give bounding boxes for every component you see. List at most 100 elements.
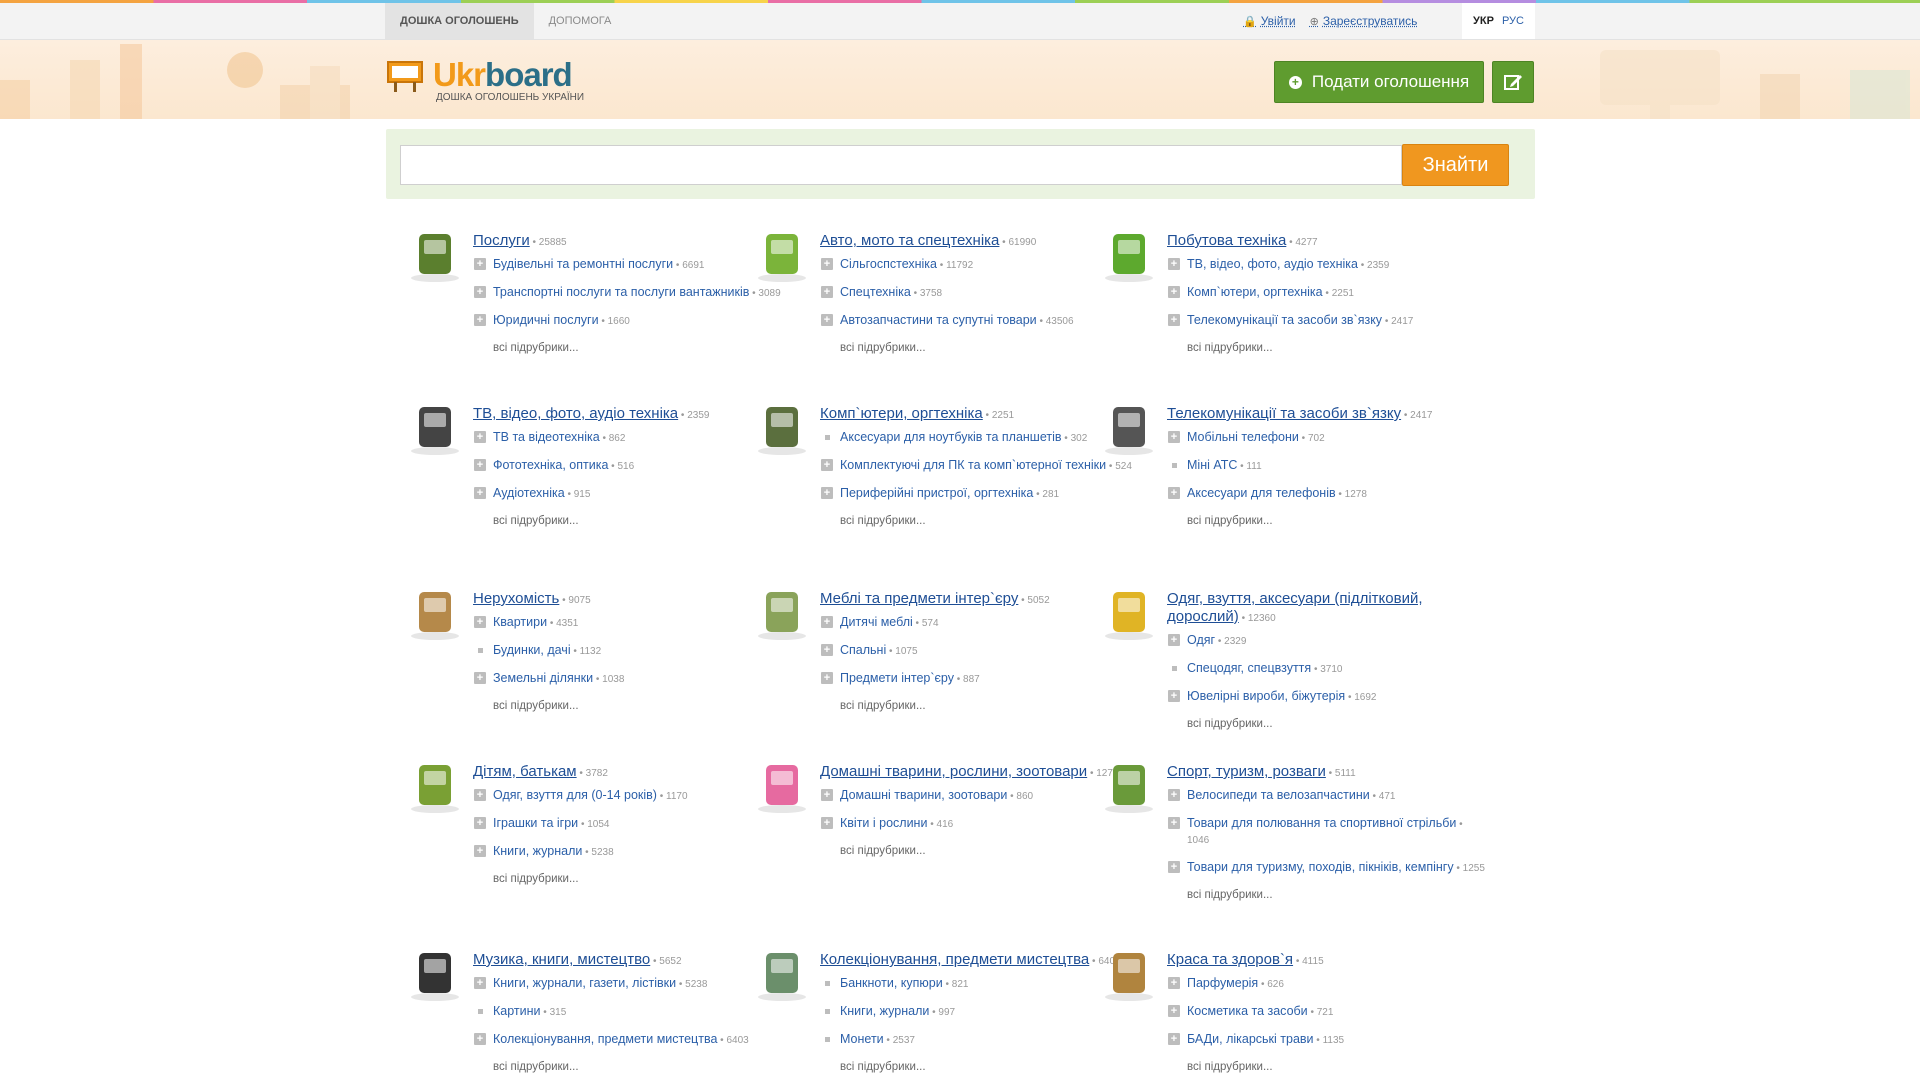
subcategory-link[interactable]: Будівельні та ремонтні послуги <box>493 257 673 271</box>
site-logo[interactable]: Ukrboard ДОШКА ОГОЛОШЕНЬ УКРАЇНИ <box>386 56 586 106</box>
all-subcategories-link[interactable]: всі підрубрики... <box>1167 514 1487 529</box>
subcategory-link[interactable]: Телекомунікації та засоби зв`язку <box>1187 313 1382 327</box>
house-icon[interactable] <box>405 580 465 642</box>
subcategory-link[interactable]: Юридичні послуги <box>493 313 599 327</box>
subcategory-link[interactable]: Книги, журнали <box>840 1004 929 1018</box>
pet-icon[interactable] <box>752 753 812 815</box>
subcategory-link[interactable]: БАДи, лікарські трави <box>1187 1032 1314 1046</box>
cosmetics-icon[interactable] <box>1099 941 1159 1003</box>
expand-icon[interactable]: + <box>474 1033 486 1045</box>
expand-icon[interactable]: + <box>821 817 833 829</box>
search-input[interactable] <box>400 145 1402 185</box>
subcategory-link[interactable]: Одяг, взуття для (0-14 років) <box>493 788 657 802</box>
expand-icon[interactable]: + <box>821 314 833 326</box>
all-subcategories-link[interactable]: всі підрубрики... <box>820 341 1140 356</box>
subcategory-link[interactable]: Будинки, дачі <box>493 643 571 657</box>
category-title[interactable]: Телекомунікації та засоби зв`язку <box>1167 405 1401 422</box>
subcategory-link[interactable]: Ювелірні вироби, біжутерія <box>1187 689 1345 703</box>
post-ad-button[interactable]: + Подати оголошення <box>1274 61 1484 103</box>
subcategory-link[interactable]: Домашні тварини, зоотовари <box>840 788 1007 802</box>
subcategory-link[interactable]: Квартири <box>493 615 547 629</box>
all-subcategories-link[interactable]: всі підрубрики... <box>820 844 1140 859</box>
piano-icon[interactable] <box>405 941 465 1003</box>
expand-icon[interactable]: + <box>474 672 486 684</box>
category-title[interactable]: Послуги <box>473 232 530 249</box>
expand-icon[interactable]: + <box>474 789 486 801</box>
subcategory-link[interactable]: Транспортні послуги та послуги вантажник… <box>493 285 749 299</box>
expand-icon[interactable]: + <box>1168 789 1180 801</box>
subcategory-link[interactable]: Товари для полювання та спортивної стріл… <box>1187 816 1456 830</box>
register-link[interactable]: ⊕ Зареєструватись <box>1310 14 1418 28</box>
all-subcategories-link[interactable]: всі підрубрики... <box>1167 1060 1487 1075</box>
category-title[interactable]: Домашні тварини, рослини, зоотовари <box>820 763 1087 780</box>
expand-icon[interactable]: + <box>474 431 486 443</box>
stroller-icon[interactable] <box>405 753 465 815</box>
all-subcategories-link[interactable]: всі підрубрики... <box>1167 717 1487 732</box>
lang-other[interactable]: РУС <box>1502 15 1524 27</box>
expand-icon[interactable]: + <box>1168 634 1180 646</box>
category-title[interactable]: Спорт, туризм, розваги <box>1167 763 1326 780</box>
furniture-icon[interactable] <box>752 580 812 642</box>
phone-icon[interactable] <box>1099 395 1159 457</box>
expand-icon[interactable]: + <box>821 258 833 270</box>
subcategory-link[interactable]: Комп`ютери, оргтехніка <box>1187 285 1323 299</box>
expand-icon[interactable]: + <box>1168 286 1180 298</box>
all-subcategories-link[interactable]: всі підрубрики... <box>820 699 1140 714</box>
expand-icon[interactable]: + <box>1168 314 1180 326</box>
subcategory-link[interactable]: Товари для туризму, походів, пікніків, к… <box>1187 860 1454 874</box>
category-title[interactable]: Одяг, взуття, аксесуари (підлітковий, до… <box>1167 590 1423 625</box>
subcategory-link[interactable]: Аудіотехніка <box>493 486 565 500</box>
nav-help[interactable]: Допомога <box>534 3 627 39</box>
subcategory-link[interactable]: Спецодяг, спецвзуття <box>1187 661 1311 675</box>
computer-icon[interactable] <box>752 395 812 457</box>
subcategory-link[interactable]: Книги, журнали <box>493 844 582 858</box>
subcategory-link[interactable]: Предмети інтер`єру <box>840 671 954 685</box>
all-subcategories-link[interactable]: всі підрубрики... <box>1167 341 1487 356</box>
subcategory-link[interactable]: Іграшки та ігри <box>493 816 578 830</box>
subcategory-link[interactable]: Земельні ділянки <box>493 671 593 685</box>
expand-icon[interactable]: + <box>1168 1033 1180 1045</box>
expand-icon[interactable]: + <box>1168 487 1180 499</box>
search-button[interactable]: Знайти <box>1402 144 1509 186</box>
nav-board[interactable]: Дошка оголошень <box>385 3 534 39</box>
all-subcategories-link[interactable]: всі підрубрики... <box>473 514 793 529</box>
login-link[interactable]: 🔒 Увійти <box>1243 14 1296 28</box>
subcategory-link[interactable]: Банкноти, купюри <box>840 976 943 990</box>
all-subcategories-link[interactable]: всі підрубрики... <box>473 341 793 356</box>
subcategory-link[interactable]: Сільгоспстехніка <box>840 257 937 271</box>
category-title[interactable]: Меблі та предмети інтер`єру <box>820 590 1018 607</box>
expand-icon[interactable]: + <box>474 258 486 270</box>
appliances-icon[interactable] <box>1099 222 1159 284</box>
subcategory-link[interactable]: ТВ та відеотехніка <box>493 430 600 444</box>
expand-icon[interactable]: + <box>474 314 486 326</box>
subcategory-link[interactable]: Комплектуючі для ПК та комп`ютерної техн… <box>840 458 1106 472</box>
category-title[interactable]: Авто, мото та спецтехніка <box>820 232 999 249</box>
medal-icon[interactable] <box>752 941 812 1003</box>
subcategory-link[interactable]: Картини <box>493 1004 541 1018</box>
category-title[interactable]: ТВ, відео, фото, аудіо техніка <box>473 405 678 422</box>
subcategory-link[interactable]: Аксесуари для ноутбуків та планшетів <box>840 430 1062 444</box>
expand-icon[interactable]: + <box>821 789 833 801</box>
expand-icon[interactable]: + <box>1168 431 1180 443</box>
expand-icon[interactable]: + <box>474 845 486 857</box>
category-title[interactable]: Нерухомість <box>473 590 559 607</box>
all-subcategories-link[interactable]: всі підрубрики... <box>820 1060 1140 1075</box>
subcategory-link[interactable]: ТВ, відео, фото, аудіо техніка <box>1187 257 1358 271</box>
all-subcategories-link[interactable]: всі підрубрики... <box>473 872 793 887</box>
expand-icon[interactable]: + <box>474 817 486 829</box>
expand-icon[interactable]: + <box>1168 861 1180 873</box>
expand-icon[interactable]: + <box>474 977 486 989</box>
all-subcategories-link[interactable]: всі підрубрики... <box>473 699 793 714</box>
expand-icon[interactable]: + <box>821 487 833 499</box>
category-title[interactable]: Краса та здоров`я <box>1167 951 1293 968</box>
subcategory-link[interactable]: Дитячі меблі <box>840 615 913 629</box>
tv-icon[interactable] <box>405 395 465 457</box>
subcategory-link[interactable]: Косметика та засоби <box>1187 1004 1308 1018</box>
expand-icon[interactable]: + <box>474 616 486 628</box>
expand-icon[interactable]: + <box>1168 1005 1180 1017</box>
subcategory-link[interactable]: Міні АТС <box>1187 458 1237 472</box>
expand-icon[interactable]: + <box>1168 977 1180 989</box>
subcategory-link[interactable]: Периферійні пристрої, оргтехніка <box>840 486 1033 500</box>
subcategory-link[interactable]: Парфумерія <box>1187 976 1258 990</box>
subcategory-link[interactable]: Спальні <box>840 643 886 657</box>
